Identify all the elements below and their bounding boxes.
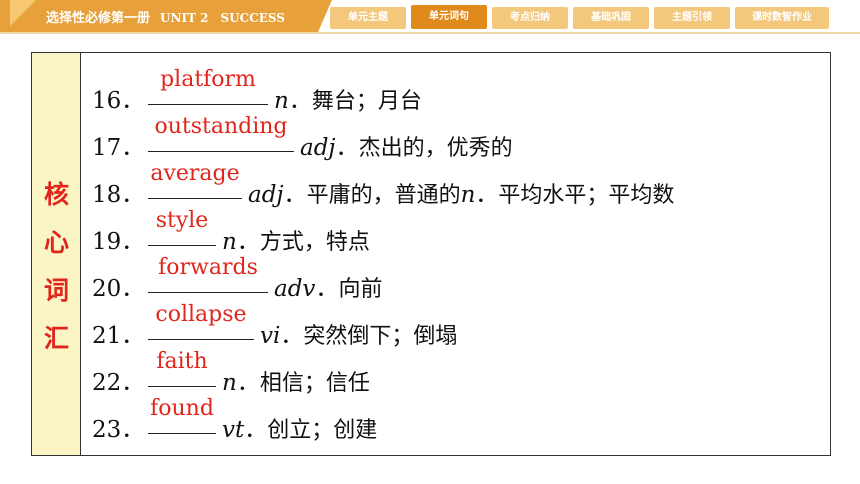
item-number: 19． bbox=[92, 229, 145, 255]
answer-blank bbox=[148, 104, 268, 105]
item-number: 23． bbox=[92, 417, 145, 443]
vocab-panel: 核 心 词 汇 16． platform n．舞台；月台 17． outstan… bbox=[31, 52, 831, 456]
side-char-2: 心 bbox=[43, 228, 69, 257]
side-char-1: 核 bbox=[43, 180, 69, 209]
nav-tab-unit-words[interactable]: 单元词句 bbox=[411, 5, 487, 29]
definition: adj．平庸的，普通的n．平均水平；平均数 bbox=[248, 182, 675, 208]
item-number: 22． bbox=[92, 370, 145, 396]
definition: adv．向前 bbox=[274, 276, 383, 302]
answer-text: faith bbox=[156, 349, 208, 374]
answer-blank bbox=[148, 292, 268, 293]
item-number: 20． bbox=[92, 276, 145, 302]
definition: n．方式，特点 bbox=[222, 229, 370, 255]
answer-blank bbox=[148, 433, 216, 434]
nav-tab-basic-practice[interactable]: 基础巩固 bbox=[573, 7, 649, 29]
item-number: 16． bbox=[92, 88, 145, 114]
answer-text: platform bbox=[160, 67, 256, 92]
definition: adj．杰出的，优秀的 bbox=[300, 135, 513, 161]
answer-text: outstanding bbox=[154, 114, 288, 139]
top-bar: 选择性必修第一册 UNIT 2 SUCCESS 单元主题 单元词句 考点归纳 基础… bbox=[0, 0, 860, 34]
answer-blank bbox=[148, 245, 216, 246]
book-title: 选择性必修第一册 UNIT 2 SUCCESS bbox=[46, 7, 285, 26]
answer-text: style bbox=[155, 208, 209, 233]
nav-tab-theme-lead[interactable]: 主题引领 bbox=[654, 7, 730, 29]
nav-tab-homework[interactable]: 课时数智作业 bbox=[735, 7, 829, 29]
book-name: 选择性必修第一册 bbox=[46, 11, 151, 26]
definition: n．相信；信任 bbox=[222, 370, 370, 396]
nav-tab-key-points[interactable]: 考点归纳 bbox=[492, 7, 568, 29]
definition: vi．突然倒下；倒塌 bbox=[260, 323, 458, 349]
nav-tab-unit-theme[interactable]: 单元主题 bbox=[330, 7, 406, 29]
answer-blank bbox=[148, 151, 294, 152]
answer-text: found bbox=[150, 396, 214, 421]
side-char-4: 汇 bbox=[43, 324, 69, 353]
definition: vt．创立；创建 bbox=[222, 417, 378, 443]
answer-text: collapse bbox=[155, 302, 247, 327]
answer-text: average bbox=[150, 161, 240, 186]
answer-text: forwards bbox=[158, 255, 258, 280]
book-title-tab: 选择性必修第一册 UNIT 2 SUCCESS bbox=[0, 0, 332, 32]
side-label: 核 心 词 汇 bbox=[32, 53, 81, 455]
answer-blank bbox=[148, 198, 242, 199]
corner-decoration bbox=[10, 0, 36, 26]
answer-blank bbox=[148, 339, 254, 340]
answer-blank bbox=[148, 386, 216, 387]
item-number: 21． bbox=[92, 323, 145, 349]
side-char-3: 词 bbox=[43, 276, 69, 305]
header-divider bbox=[0, 32, 860, 34]
unit-name: UNIT 2 SUCCESS bbox=[160, 11, 285, 25]
item-number: 18． bbox=[92, 182, 145, 208]
definition: n．舞台；月台 bbox=[274, 88, 422, 114]
item-number: 17． bbox=[92, 135, 145, 161]
